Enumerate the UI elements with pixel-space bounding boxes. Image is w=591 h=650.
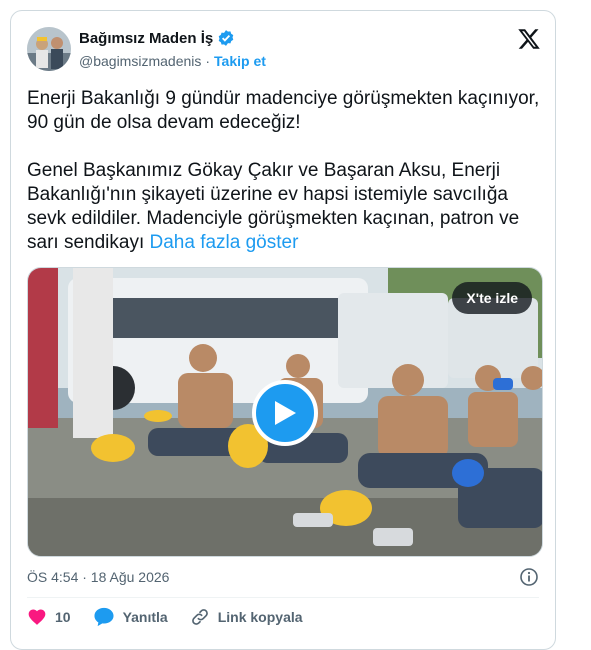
link-icon (191, 609, 208, 625)
heart-icon (28, 609, 46, 625)
account-handle[interactable]: @bagimsizmadenis (79, 53, 201, 69)
tweet-text: Enerji Bakanlığı 9 gündür madenciye görü… (27, 87, 543, 255)
video-thumbnail[interactable]: X'te izle (27, 267, 543, 557)
separator-dot: · (205, 53, 211, 69)
tweet-card: Bağımsız Maden İş @bagimsizmadenis · Tak… (10, 10, 556, 650)
reply-bubble-icon (94, 607, 114, 627)
like-button[interactable]: 10 (27, 607, 71, 627)
play-button[interactable] (252, 380, 318, 446)
avatar[interactable] (27, 27, 71, 71)
account-name[interactable]: Bağımsız Maden İş (79, 30, 213, 47)
play-icon (275, 401, 296, 425)
tweet-body: Enerji Bakanlığı 9 gündür madenciye görü… (27, 88, 540, 253)
copy-link-label: Link kopyala (217, 609, 303, 625)
info-icon[interactable] (519, 567, 539, 587)
tweet-actions: 10 Yanıtla Link kopyala (27, 607, 303, 627)
reply-button[interactable]: Yanıtla (93, 607, 168, 627)
verified-badge-icon (217, 29, 235, 47)
divider (27, 597, 539, 598)
watch-on-x-badge[interactable]: X'te izle (452, 282, 532, 314)
reply-label: Yanıtla (122, 609, 168, 625)
timestamp[interactable]: ÖS 4:54 · 18 Ağu 2026 (27, 569, 169, 585)
like-count: 10 (55, 609, 71, 625)
follow-button[interactable]: Takip et (214, 53, 266, 69)
copy-link-button[interactable]: Link kopyala (190, 607, 303, 627)
x-logo-icon[interactable] (517, 27, 541, 51)
show-more-link[interactable]: Daha fazla göster (150, 232, 299, 253)
